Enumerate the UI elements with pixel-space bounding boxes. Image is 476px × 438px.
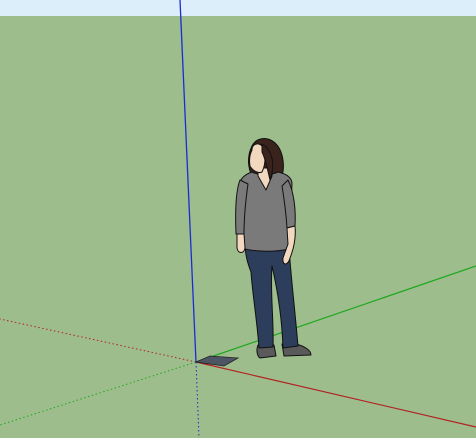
modeling-viewport[interactable] [0,0,476,438]
3d-scene[interactable] [0,0,476,438]
figure-left-hand [236,233,246,253]
sky-background [0,0,476,16]
